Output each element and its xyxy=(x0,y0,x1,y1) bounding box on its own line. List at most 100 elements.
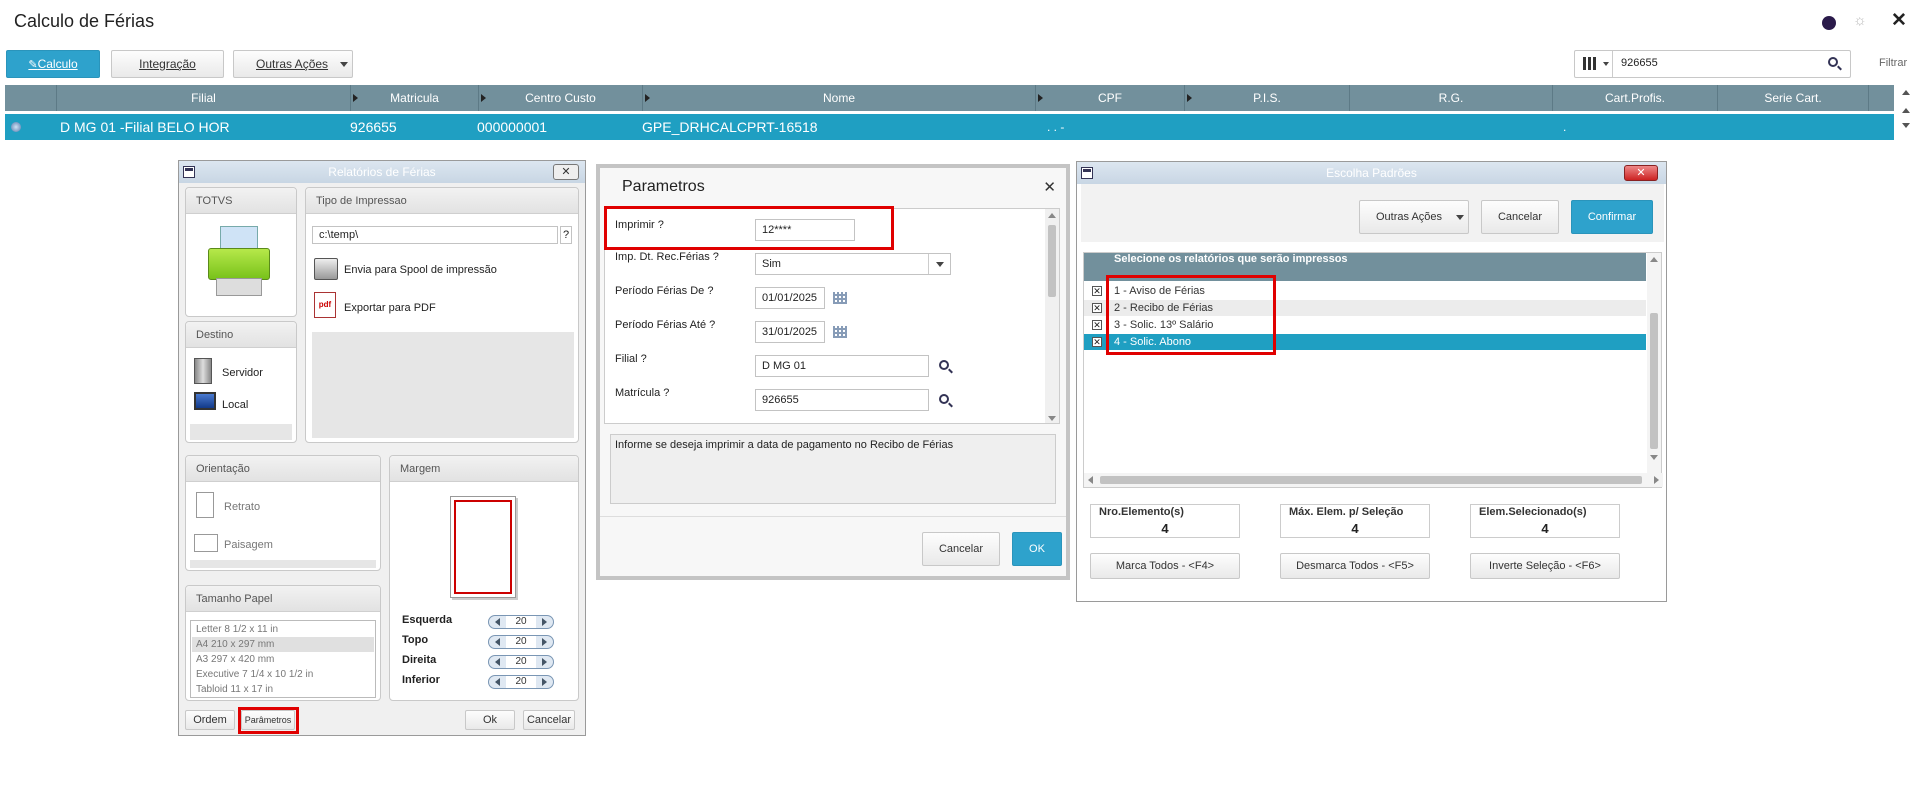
list-item[interactable]: A3 297 x 420 mm xyxy=(196,652,370,667)
grid-col-cart-profis[interactable]: Cart.Profis. xyxy=(1553,85,1718,111)
scroll-thumb[interactable] xyxy=(1650,313,1658,449)
path-help-button[interactable]: ? xyxy=(560,226,572,244)
margin-left-spinner[interactable]: 20 xyxy=(488,615,554,629)
escolha-padroes-window: Escolha Padrões ✕ Outras Ações Cancelar … xyxy=(1076,161,1667,602)
list-item[interactable]: Tabloid 11 x 17 in xyxy=(196,682,370,697)
chevron-down-icon xyxy=(928,254,950,274)
cancelar-button[interactable]: Cancelar xyxy=(523,710,575,730)
cancel-button[interactable]: Cancelar xyxy=(922,532,1000,566)
list-item[interactable]: A4 210 x 297 mm xyxy=(192,637,374,652)
calendar-icon[interactable] xyxy=(833,292,847,304)
parametros-highlight xyxy=(238,707,299,734)
scroll-up-icon xyxy=(1902,108,1910,113)
scroll-right-icon xyxy=(1654,476,1659,484)
path-input[interactable]: c:\temp\ xyxy=(312,226,558,244)
grid-col-centro-custo[interactable]: Centro Custo xyxy=(479,85,643,111)
settings-icon[interactable]: ☼ xyxy=(1853,12,1867,29)
search-box[interactable] xyxy=(1574,50,1851,78)
tipo-impressao-group: Tipo de Impressao c:\temp\ ? Envia para … xyxy=(305,187,579,443)
filial-input[interactable]: D MG 01 xyxy=(755,355,929,377)
search-icon[interactable] xyxy=(939,360,949,370)
grid-col-matricula[interactable]: Matricula xyxy=(351,85,479,111)
inverte-selecao-button[interactable]: Inverte Seleção - <F6> xyxy=(1470,553,1620,579)
grid-col-serie-cart[interactable]: Serie Cart. xyxy=(1718,85,1869,111)
paper-list[interactable]: Letter 8 1/2 x 11 in A4 210 x 297 mm A3 … xyxy=(190,620,376,698)
app-switch-icon[interactable] xyxy=(1822,16,1836,30)
matricula-input[interactable]: 926655 xyxy=(755,389,929,411)
confirmar-button[interactable]: Confirmar xyxy=(1571,200,1653,234)
ordem-button[interactable]: Ordem xyxy=(185,710,235,730)
search-input[interactable]: 926655 xyxy=(1621,57,1658,69)
outras-acoes-button[interactable]: Outras Ações xyxy=(1359,200,1469,234)
window-menu-icon[interactable] xyxy=(1081,167,1093,179)
close-icon[interactable]: ✕ xyxy=(1891,9,1907,32)
totvs-label: TOTVS xyxy=(186,188,296,214)
servidor-option[interactable]: Servidor xyxy=(222,367,263,379)
checkbox-checked-icon[interactable]: ✕ xyxy=(1092,337,1102,347)
integracao-button[interactable]: Integração xyxy=(111,50,224,78)
spool-option[interactable]: Envia para Spool de impressão xyxy=(344,264,497,276)
grid-col-filial[interactable]: Filial xyxy=(57,85,351,111)
scroll-up-icon xyxy=(1650,257,1658,262)
list-vscrollbar[interactable] xyxy=(1647,253,1661,473)
search-icon[interactable] xyxy=(1828,57,1838,67)
ferias-ate-input[interactable]: 31/01/2025 xyxy=(755,321,825,343)
params-scrollbar[interactable] xyxy=(1045,209,1059,423)
checkbox-checked-icon[interactable]: ✕ xyxy=(1092,303,1102,313)
list-item[interactable]: Executive 7 1/4 x 10 1/2 in xyxy=(196,667,370,682)
calculo-button[interactable]: ✎Calculo xyxy=(6,50,100,78)
ok-button[interactable]: Ok xyxy=(465,710,515,730)
portrait-icon xyxy=(196,492,214,518)
stats-row: Nro.Elemento(s) 4 Máx. Elem. p/ Seleção … xyxy=(1077,504,1668,540)
page-title: Calculo de Férias xyxy=(14,11,155,31)
margin-bottom-spinner[interactable]: 20 xyxy=(488,675,554,689)
scroll-thumb[interactable] xyxy=(1100,476,1642,484)
cancelar-button[interactable]: Cancelar xyxy=(1481,200,1559,234)
retrato-option[interactable]: Retrato xyxy=(224,501,260,513)
search-icon[interactable] xyxy=(939,394,949,404)
window-menu-icon[interactable] xyxy=(183,166,195,178)
marca-todos-button[interactable]: Marca Todos - <F4> xyxy=(1090,553,1240,579)
relatorios-window: Relatórios de Férias ✕ TOTVS Tipo de Imp… xyxy=(178,160,586,736)
column-selector-button[interactable] xyxy=(1575,51,1613,77)
help-box: Informe se deseja imprimir a data de pag… xyxy=(610,434,1056,504)
margin-right-spinner[interactable]: 20 xyxy=(488,655,554,669)
window-title: Relatórios de Férias xyxy=(179,161,585,183)
grid-col-nome[interactable]: Nome xyxy=(643,85,1036,111)
param-label: Período Férias De ? xyxy=(615,285,714,297)
parametros-title: Parametros xyxy=(622,178,705,195)
ferias-de-input[interactable]: 01/01/2025 xyxy=(755,287,825,309)
grid-col-rg[interactable]: R.G. xyxy=(1350,85,1553,111)
server-icon xyxy=(194,358,212,384)
table-row[interactable]: D MG 01 -Filial BELO HOR 926655 00000000… xyxy=(5,114,1894,140)
outras-acoes-button[interactable]: Outras Ações xyxy=(233,50,353,78)
nro-elementos-box: Nro.Elemento(s) 4 xyxy=(1090,504,1240,538)
local-option[interactable]: Local xyxy=(222,399,248,411)
list-item[interactable]: Letter 8 1/2 x 11 in xyxy=(196,622,370,637)
grid-col-cpf[interactable]: CPF xyxy=(1036,85,1185,111)
checkbox-checked-icon[interactable]: ✕ xyxy=(1092,286,1102,296)
list-hscrollbar[interactable] xyxy=(1084,473,1663,487)
params-divider xyxy=(600,516,1066,517)
imp-dt-select[interactable]: Sim xyxy=(755,253,951,275)
destino-footer xyxy=(190,424,292,440)
filter-link[interactable]: Filtrar xyxy=(1879,57,1907,69)
grid-scrollbar[interactable] xyxy=(1898,85,1914,145)
calendar-icon[interactable] xyxy=(833,326,847,338)
tamanho-papel-label: Tamanho Papel xyxy=(186,586,380,612)
pdf-option[interactable]: Exportar para PDF xyxy=(344,302,436,314)
grid-col-select xyxy=(5,85,57,111)
desmarca-todos-button[interactable]: Desmarca Todos - <F5> xyxy=(1280,553,1430,579)
orientacao-group: Orientação Retrato Paisagem xyxy=(185,455,381,571)
margin-top-spinner[interactable]: 20 xyxy=(488,635,554,649)
scroll-thumb[interactable] xyxy=(1048,225,1056,297)
window-close-icon[interactable]: ✕ xyxy=(1624,165,1658,181)
grid-header: Filial Matricula Centro Custo Nome CPF P… xyxy=(5,85,1894,111)
ok-button[interactable]: OK xyxy=(1012,532,1062,566)
grid-col-pis[interactable]: P.I.S. xyxy=(1185,85,1350,111)
dialog-close-icon[interactable]: ✕ xyxy=(1043,178,1056,196)
margin-label: Direita xyxy=(402,654,437,666)
window-close-icon[interactable]: ✕ xyxy=(553,164,579,180)
checkbox-checked-icon[interactable]: ✕ xyxy=(1092,320,1102,330)
paisagem-option[interactable]: Paisagem xyxy=(224,539,273,551)
